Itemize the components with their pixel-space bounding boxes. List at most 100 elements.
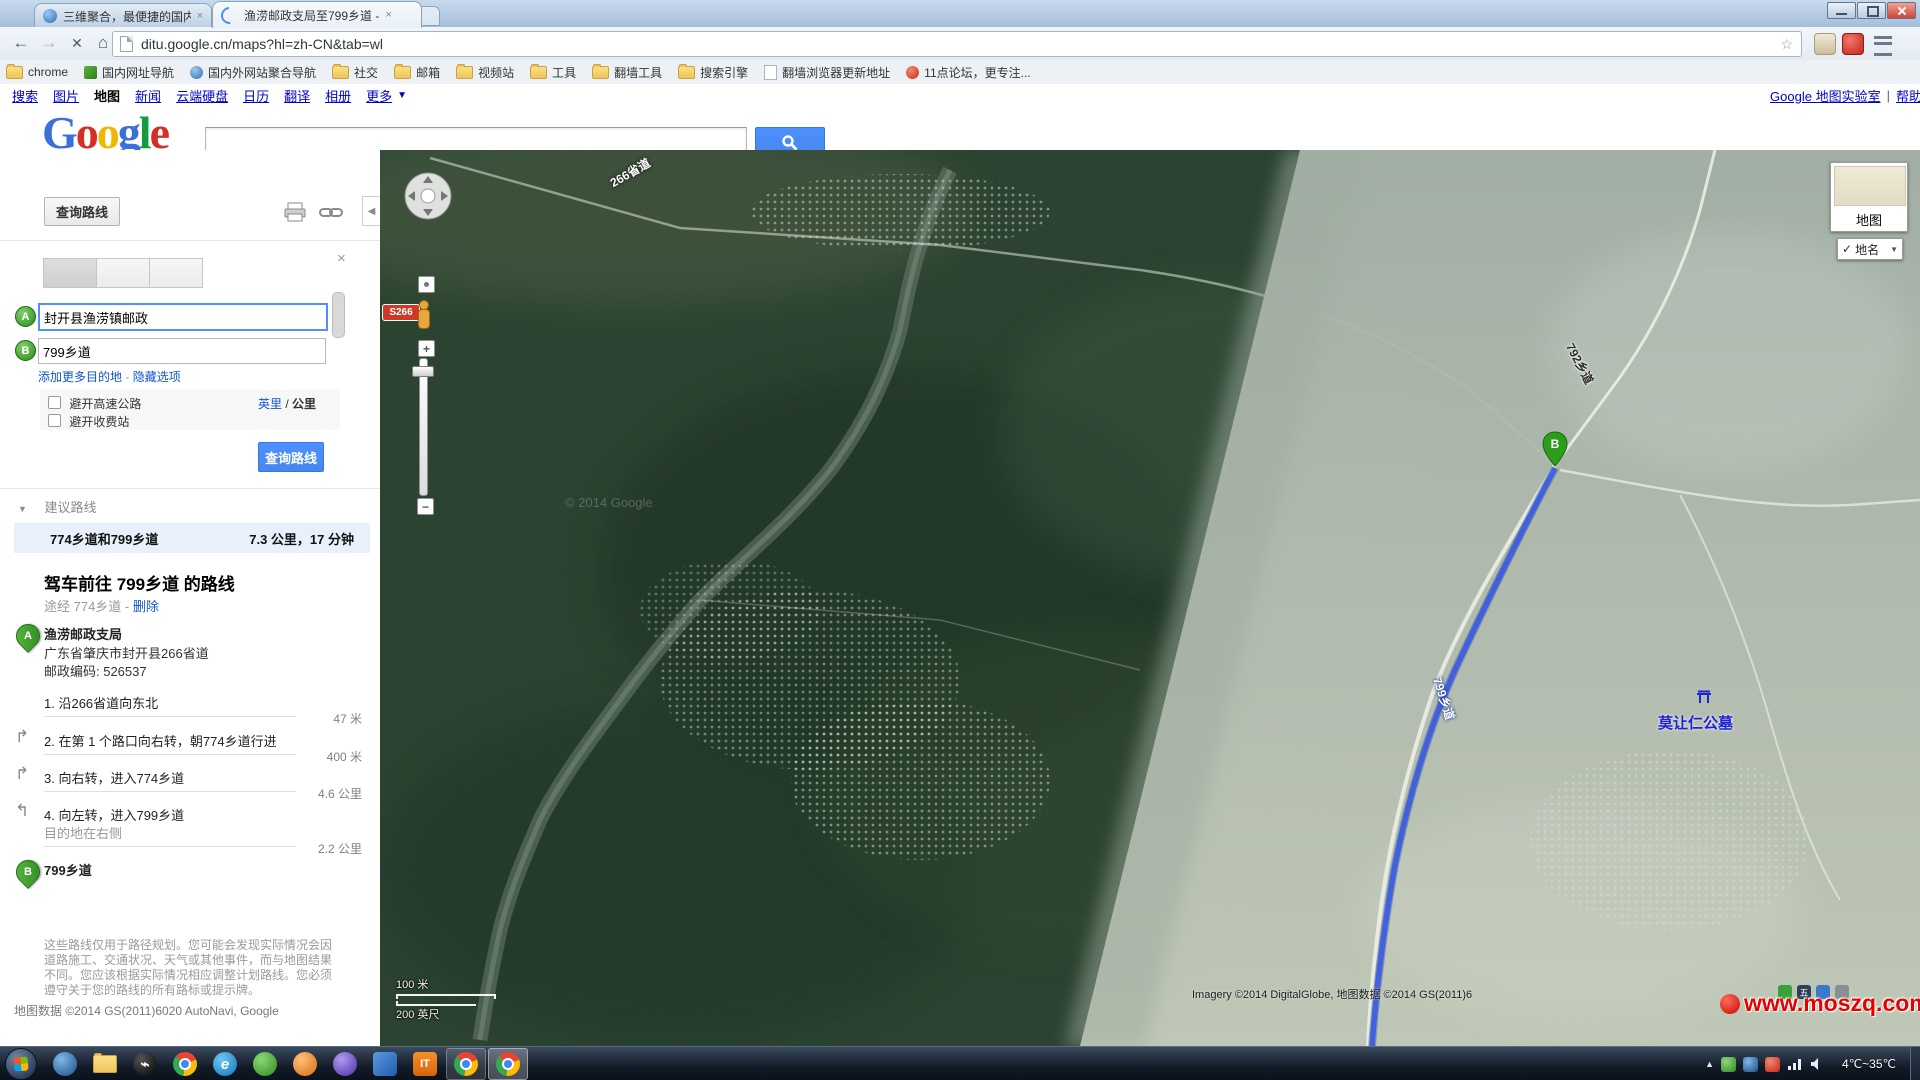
route-option-selected[interactable]: 774乡道和799乡道 7.3 公里，17 分钟 [14,523,370,553]
taskbar-media-player-icon[interactable] [46,1049,84,1079]
site-2345-icon [84,66,97,79]
step-3[interactable]: 3. 向右转，进入774乡道 [44,768,184,787]
taskbar-chrome-active-icon[interactable] [488,1048,528,1080]
suggested-routes-header[interactable]: ▼ 建议路线 [18,497,97,516]
show-hidden-icons-button[interactable]: ▲ [1705,1059,1714,1069]
pan-control[interactable] [402,170,454,225]
bookmark-mail[interactable]: 邮箱 [394,64,440,81]
close-directions-icon[interactable]: × [337,250,346,267]
taskbar-orange-app-icon[interactable] [286,1049,324,1079]
destination-input[interactable] [38,338,326,364]
back-button[interactable]: ← [8,30,34,56]
maximize-button[interactable] [1857,2,1886,19]
bookmark-aggregator[interactable]: 国内外网站聚合导航 [190,64,316,81]
start-button[interactable] [5,1048,37,1080]
gbar-link-drive[interactable]: 云端硬盘 [176,86,228,105]
network-icon[interactable] [1787,1057,1803,1071]
get-directions-button[interactable]: 查询路线 [258,442,324,472]
step-4[interactable]: 4. 向左转，进入799乡道 [44,805,184,824]
bookmark-vpn-tools[interactable]: 翻墙工具 [592,64,662,81]
step-1[interactable]: 1. 沿266省道向东北 [44,693,158,712]
bookmark-star-icon[interactable]: ☆ [1780,36,1793,53]
taskbar-bat-app-icon[interactable]: ⌁ [126,1049,164,1079]
add-destination-link[interactable]: 添加更多目的地 [38,370,122,384]
delete-via-link[interactable]: 删除 [133,599,159,614]
get-directions-tab[interactable]: 查询路线 [44,197,120,226]
bookmark-browser-update[interactable]: 翻墙浏览器更新地址 [764,64,890,81]
taskbar-chrome-window-icon[interactable] [446,1048,486,1080]
bookmark-11-forum[interactable]: 11点论坛，更专注... [906,64,1030,81]
url-bar[interactable]: ditu.google.cn/maps?hl=zh-CN&tab=wl ☆ [112,31,1802,57]
gbar-link-images[interactable]: 图片 [53,86,79,105]
more-dropdown-arrow-icon[interactable]: ▼ [397,90,407,101]
taskbar-blue-window-icon[interactable] [366,1049,404,1079]
bookmark-chrome[interactable]: chrome [6,65,68,79]
mode-walking-button[interactable] [149,258,203,288]
browser-menu-icon[interactable] [1874,36,1892,56]
minimize-button[interactable] [1827,2,1856,19]
maptype-button[interactable]: 地图 [1830,162,1908,232]
tab-2-active[interactable]: 渔涝邮政支局至799乡道 - × [212,1,422,28]
gbar-link-labs[interactable]: Google 地图实验室 [1770,86,1881,105]
extension-icon-2[interactable] [1842,33,1864,55]
taskbar-purple-app-icon[interactable] [326,1049,364,1079]
avoid-highways-option[interactable]: 避开高速公路 [48,395,141,412]
avoid-tolls-checkbox[interactable] [48,414,61,427]
gbar-link-more[interactable]: 更多 [366,86,392,105]
zoom-slider-track[interactable] [419,358,428,496]
origin-input[interactable] [38,303,328,331]
gbar-link-search[interactable]: 搜索 [12,86,38,105]
mode-transit-button[interactable] [96,258,150,288]
labels-toggle[interactable]: ✓ 地名 ▼ [1837,238,1903,260]
mode-driving-button[interactable] [43,258,97,288]
gbar-link-news[interactable]: 新闻 [135,86,161,105]
show-desktop-button[interactable] [1910,1047,1920,1080]
tray-blue-icon[interactable] [1743,1057,1758,1072]
link-icon[interactable] [319,203,343,221]
bookmark-tools[interactable]: 工具 [530,64,576,81]
folder-icon [678,66,695,79]
hide-options-link[interactable]: 隐藏选项 [133,370,181,384]
stop-button[interactable]: ✕ [64,30,90,56]
svg-text:B: B [1551,437,1560,451]
volume-icon[interactable] [1810,1057,1825,1071]
avoid-highways-checkbox[interactable] [48,396,61,409]
avoid-tolls-option[interactable]: 避开收费站 [48,413,129,430]
tray-red-icon[interactable] [1765,1057,1780,1072]
miles-link[interactable]: 英里 [258,397,282,411]
print-icon[interactable] [283,202,307,222]
forward-button[interactable]: → [36,30,62,56]
step-2[interactable]: 2. 在第 1 个路口向右转，朝774乡道行进 [44,731,277,750]
zoom-slider-handle[interactable] [412,366,434,377]
tab1-close-icon[interactable]: × [197,10,203,22]
end-marker-b-icon[interactable]: B [11,855,45,889]
taskbar-it-app-icon[interactable]: IT [406,1049,444,1079]
tray-green-icon[interactable] [1721,1057,1736,1072]
pegman-streetview-icon[interactable] [416,300,430,330]
bookmark-video[interactable]: 视频站 [456,64,514,81]
zoom-in-button[interactable]: + [418,340,435,357]
zoom-out-button[interactable]: − [417,498,434,515]
taskbar-explorer-icon[interactable] [86,1049,124,1079]
taskbar-green-browser-icon[interactable] [246,1049,284,1079]
bookmark-nav-2345[interactable]: 国内网址导航 [84,64,174,81]
gbar-link-help[interactable]: 帮助 [1896,86,1920,105]
gbar-link-maps[interactable]: 地图 [94,86,120,105]
taskbar-chrome-icon[interactable] [166,1049,204,1079]
gbar-link-photos[interactable]: 相册 [325,86,351,105]
close-window-button[interactable] [1887,2,1916,19]
reset-view-button[interactable] [418,276,435,293]
collapse-panel-button[interactable]: ◀ [362,196,380,226]
waypoint-drag-handle[interactable] [332,292,345,338]
bookmark-social[interactable]: 社交 [332,64,378,81]
extension-icon-1[interactable] [1814,33,1836,55]
bookmark-search-engines[interactable]: 搜索引擎 [678,64,748,81]
start-marker-a-icon[interactable]: A [11,619,45,653]
tab-1[interactable]: 三维聚合，最便捷的国内... × [34,3,212,28]
gbar-link-calendar[interactable]: 日历 [243,86,269,105]
gbar-link-translate[interactable]: 翻译 [284,86,310,105]
taskbar-internet-explorer-icon[interactable]: e [206,1049,244,1079]
tab2-close-icon[interactable]: × [385,9,391,21]
map-canvas[interactable]: B 266省道 792乡道 799乡道 © 2014 Google S266 莫… [380,150,1920,1046]
cemetery-icon[interactable] [1696,690,1712,707]
